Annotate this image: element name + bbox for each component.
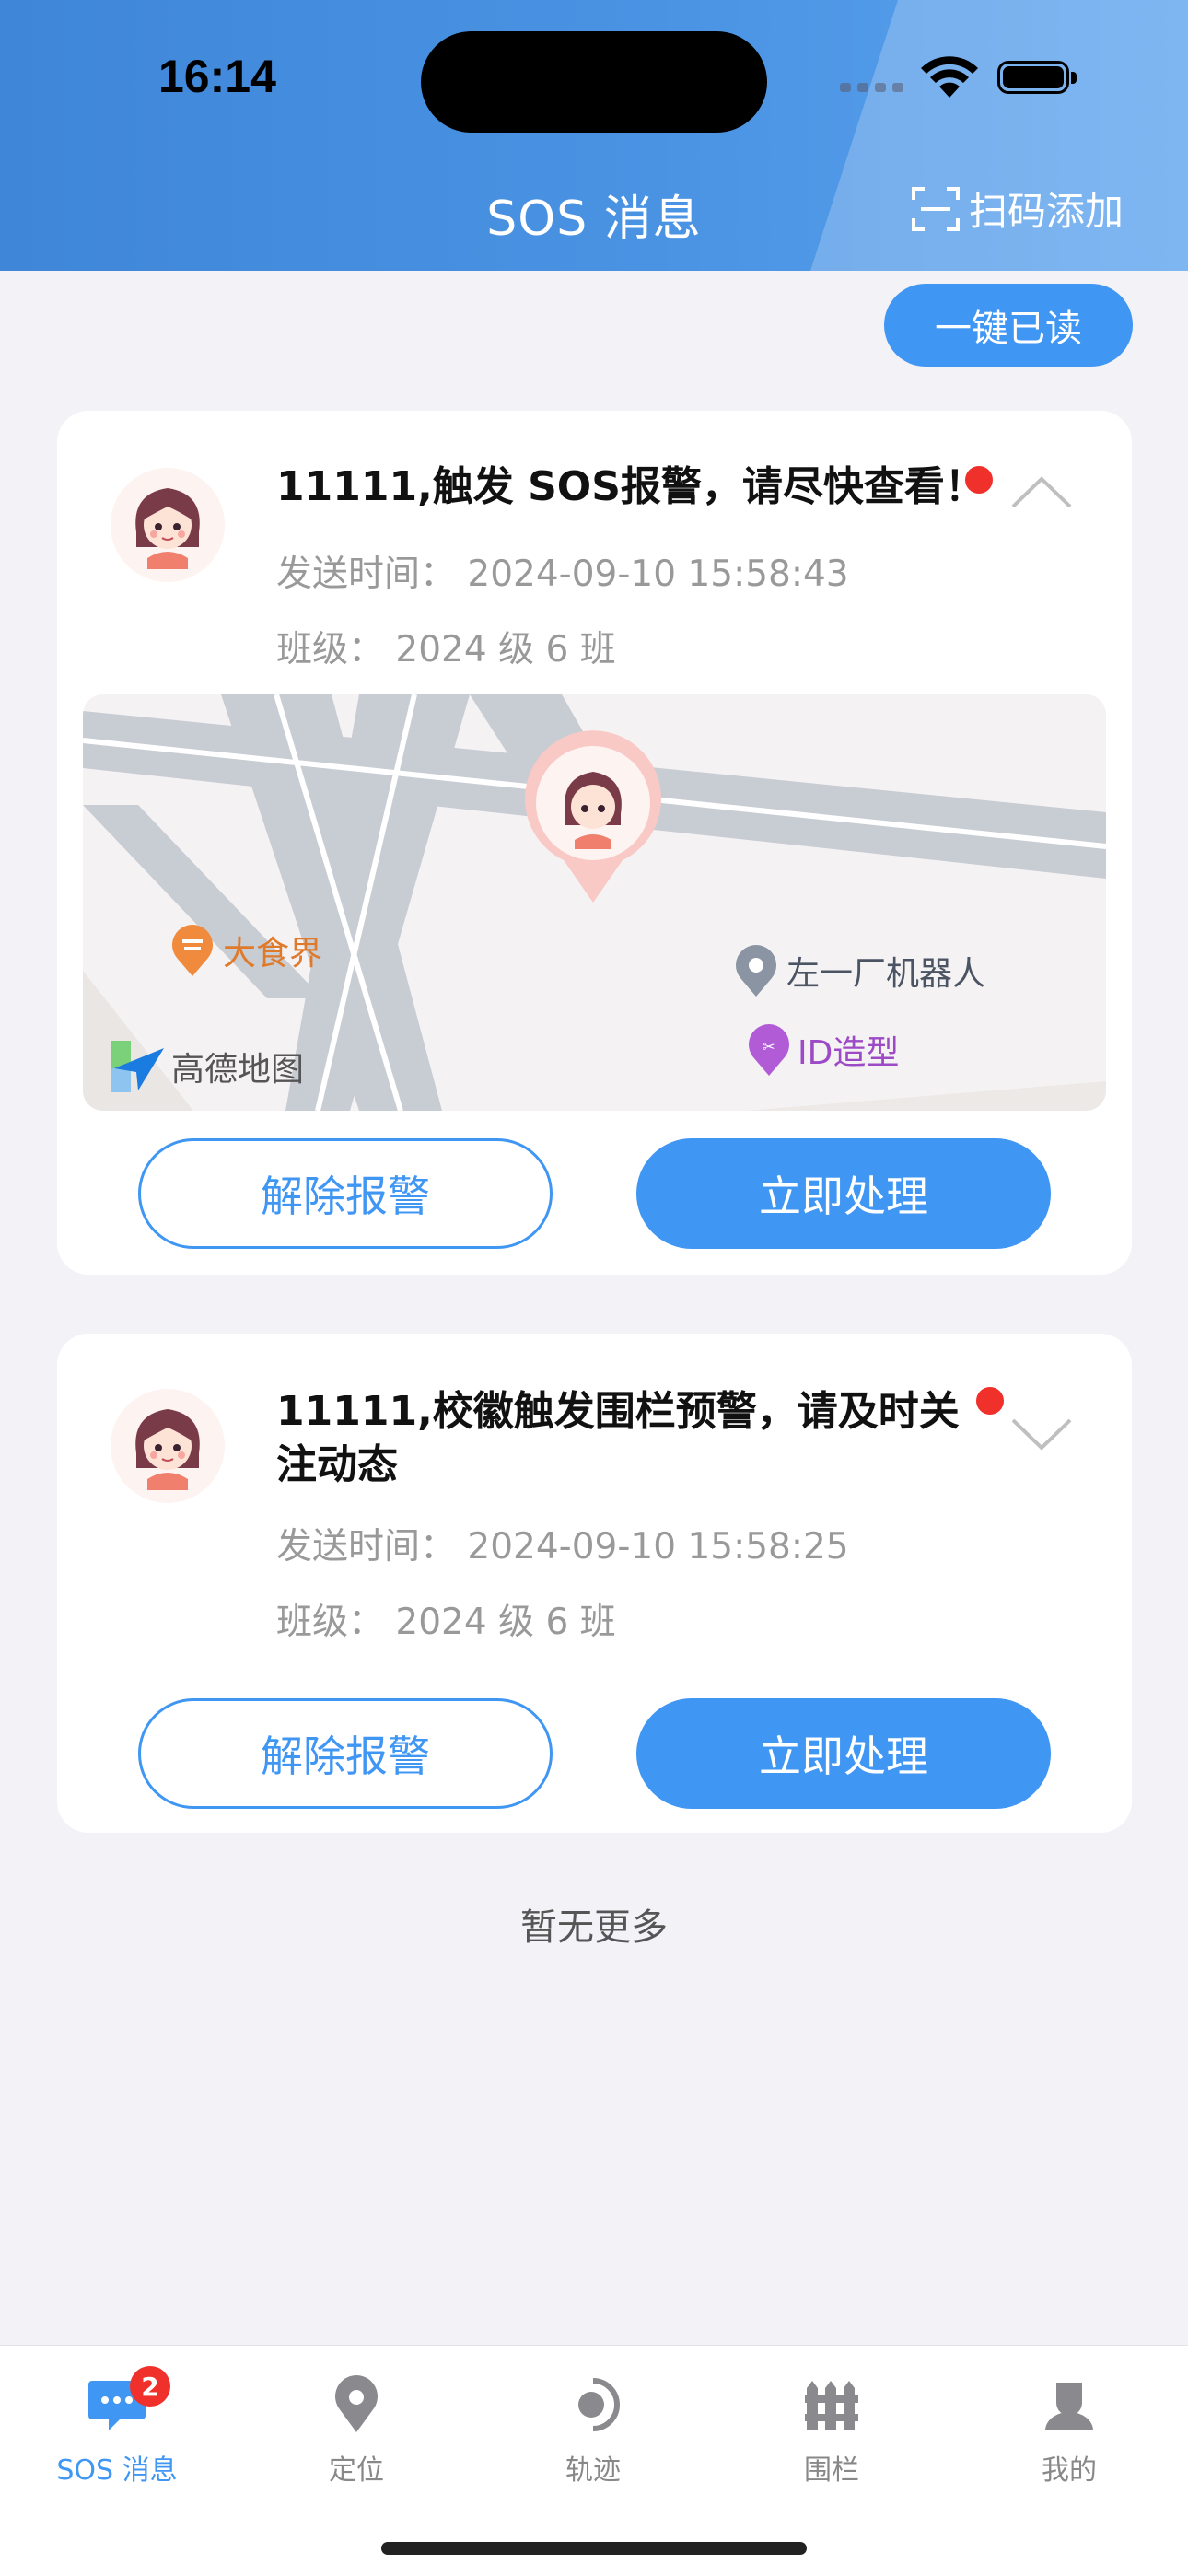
- avatar: [111, 468, 225, 582]
- unread-badge: 2: [130, 2366, 170, 2407]
- tab-profile[interactable]: 我的: [986, 2372, 1152, 2488]
- home-indicator[interactable]: [381, 2542, 807, 2555]
- scan-add-button[interactable]: 扫码添加: [912, 181, 1124, 237]
- dynamic-island: [421, 31, 767, 133]
- send-time: 发送时间： 2024-09-10 15:58:43: [276, 554, 849, 595]
- poi-company: 左一厂机器人: [731, 943, 985, 998]
- message-title: 11111,触发 SOS报警，请尽快查看！: [276, 463, 985, 510]
- sos-message-card[interactable]: 11111,触发 SOS报警，请尽快查看！ 发送时间： 2024-09-10 1…: [57, 411, 1132, 1275]
- location-pin-icon: [736, 945, 776, 997]
- mark-all-read-button[interactable]: 一键已读: [884, 284, 1133, 367]
- scan-add-label: 扫码添加: [969, 189, 1124, 234]
- handle-now-button[interactable]: 立即处理: [636, 1698, 1051, 1809]
- fence-alert-card[interactable]: 11111,校徽触发围栏预警，请及时关注动态 发送时间： 2024-09-10 …: [57, 1334, 1132, 1833]
- poi-salon: ✂ ID造型: [744, 1022, 899, 1078]
- tab-label: 轨迹: [565, 2454, 621, 2487]
- tab-location[interactable]: 定位: [274, 2372, 439, 2488]
- dismiss-alarm-button[interactable]: 解除报警: [138, 1698, 553, 1809]
- wifi-icon: [921, 56, 978, 98]
- scissors-pin-icon: ✂: [749, 1024, 789, 1076]
- chevron-up-icon[interactable]: [1009, 473, 1074, 510]
- class-info: 班级： 2024 级 6 班: [276, 629, 616, 670]
- dismiss-alarm-button[interactable]: 解除报警: [138, 1138, 553, 1249]
- tab-label: SOS 消息: [56, 2454, 178, 2487]
- status-time: 16:14: [158, 51, 276, 102]
- tab-label: 围栏: [804, 2454, 859, 2487]
- restaurant-pin-icon: [172, 925, 213, 976]
- amap-logo-icon: [111, 1041, 164, 1092]
- no-more-text: 暂无更多: [520, 1906, 668, 1949]
- tab-sos-messages[interactable]: 2 SOS 消息: [34, 2366, 200, 2488]
- poi-restaurant: 大食界: [168, 923, 322, 978]
- battery-icon: [997, 61, 1082, 99]
- scan-icon: [912, 186, 960, 231]
- map-pin-avatar-icon: [525, 730, 661, 903]
- unread-dot: [976, 1387, 1004, 1415]
- track-icon: [578, 2378, 620, 2431]
- cellular-signal-icon: [840, 83, 903, 92]
- map-provider-logo: 高德地图: [111, 1041, 304, 1092]
- svg-text:✂: ✂: [763, 1038, 775, 1055]
- tab-fence[interactable]: 围栏: [749, 2372, 914, 2488]
- avatar: [111, 1389, 225, 1503]
- fence-icon: [805, 2381, 858, 2430]
- send-time: 发送时间： 2024-09-10 15:58:25: [276, 1526, 849, 1568]
- app-header: 16:14 SOS 消息 扫码添加: [0, 0, 1188, 271]
- message-title: 11111,校徽触发围栏预警，请及时关注动态: [276, 1388, 960, 1488]
- location-map[interactable]: 大食界 左一厂机器人 ✂ ID造型 高德地图: [83, 694, 1106, 1111]
- location-pin-icon: [335, 2375, 378, 2432]
- tab-track[interactable]: 轨迹: [510, 2372, 676, 2488]
- class-info: 班级： 2024 级 6 班: [276, 1602, 616, 1643]
- chevron-down-icon[interactable]: [1009, 1416, 1074, 1453]
- unread-dot: [965, 466, 993, 494]
- handle-now-button[interactable]: 立即处理: [636, 1138, 1051, 1249]
- tab-label: 定位: [329, 2454, 384, 2487]
- tab-label: 我的: [1042, 2454, 1097, 2487]
- profile-icon: [1045, 2383, 1093, 2430]
